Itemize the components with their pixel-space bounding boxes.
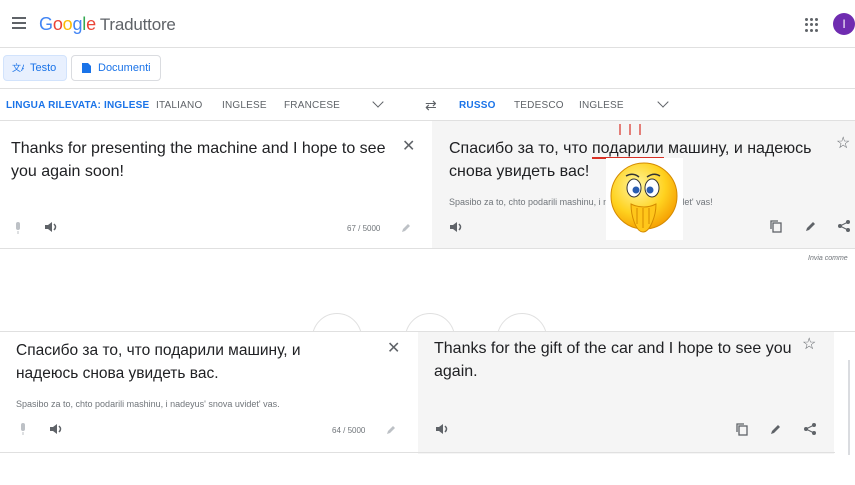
microphone-icon[interactable]: [18, 422, 28, 436]
speaker-icon[interactable]: [435, 422, 451, 436]
target-lang-english[interactable]: INGLESE: [579, 100, 624, 111]
share-icon[interactable]: [803, 422, 817, 436]
character-counter: 67 / 5000: [347, 224, 381, 233]
documents-mode-button[interactable]: Documenti: [71, 55, 161, 81]
text-mode-button[interactable]: 文A Testo: [3, 55, 67, 81]
star-icon[interactable]: ☆: [836, 136, 850, 152]
covering-mouth-emoji-icon: [606, 158, 683, 240]
svg-text:文A: 文A: [12, 62, 24, 74]
document-icon: [82, 63, 91, 73]
account-avatar[interactable]: I: [833, 13, 855, 35]
reverse-source-textarea[interactable]: Спасибо за то, что подарили машину, и на…: [16, 339, 361, 385]
character-counter: 64 / 5000: [332, 426, 366, 435]
send-feedback-link[interactable]: Invia comme: [808, 255, 848, 262]
reverse-translation-output: Thanks for the gift of the car and I hop…: [434, 340, 792, 380]
app-logo[interactable]: Google Traduttore: [39, 14, 176, 35]
target-lang-german[interactable]: TEDESCO: [514, 100, 564, 111]
star-icon[interactable]: ☆: [802, 337, 816, 353]
reverse-transliteration-text: Spasibo za to, chto podarili mashinu, i …: [16, 399, 280, 409]
hamburger-menu-icon[interactable]: [12, 17, 26, 29]
clear-text-icon[interactable]: ✕: [387, 341, 400, 357]
source-lang-italian[interactable]: ITALIANO: [156, 100, 202, 111]
copy-icon[interactable]: [769, 219, 783, 233]
divider: [0, 452, 835, 453]
source-textarea[interactable]: Thanks for presenting the machine and I …: [11, 137, 391, 183]
highlighted-word: подарили: [592, 140, 664, 159]
apps-grid-icon[interactable]: [805, 18, 819, 32]
source-lang-english[interactable]: INGLESE: [222, 100, 267, 111]
emphasis-marks-icon: [619, 124, 641, 135]
microphone-icon[interactable]: [13, 221, 23, 235]
reverse-translation-panel: Спасибо за то, что подарили машину, и на…: [0, 331, 855, 454]
speaker-icon[interactable]: [44, 220, 60, 234]
language-bar: LINGUA RILEVATA: INGLESE ITALIANO INGLES…: [0, 88, 855, 121]
source-lang-detected[interactable]: LINGUA RILEVATA: INGLESE: [6, 100, 149, 111]
target-lang-more-chevron-icon[interactable]: [657, 96, 669, 108]
reverse-target-panel: Thanks for the gift of the car and I hop…: [418, 332, 834, 454]
source-lang-french[interactable]: FRANCESE: [284, 100, 340, 111]
edit-pencil-icon[interactable]: [385, 424, 397, 436]
target-lang-russian[interactable]: RUSSO: [459, 100, 496, 111]
speaker-icon[interactable]: [449, 220, 465, 234]
app-header: Google Traduttore I: [0, 0, 855, 48]
copy-icon[interactable]: [735, 422, 749, 436]
product-name: Traduttore: [99, 15, 176, 34]
source-lang-more-chevron-icon[interactable]: [372, 96, 384, 108]
source-panel: Thanks for presenting the machine and I …: [0, 121, 432, 249]
share-icon[interactable]: [837, 219, 851, 233]
speaker-icon[interactable]: [49, 422, 65, 436]
translate-icon: 文A: [12, 62, 24, 74]
edit-pencil-icon[interactable]: [769, 422, 783, 436]
scrollbar[interactable]: [848, 360, 850, 455]
edit-pencil-icon[interactable]: [400, 222, 412, 234]
swap-languages-icon[interactable]: ⇄: [425, 97, 437, 114]
edit-pencil-icon[interactable]: [804, 219, 818, 233]
clear-text-icon[interactable]: ✕: [402, 139, 415, 155]
